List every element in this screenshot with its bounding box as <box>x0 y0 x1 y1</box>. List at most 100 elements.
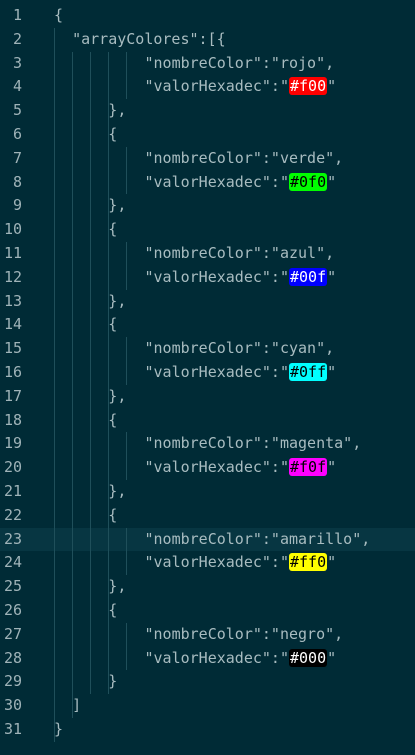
code-line[interactable]: 29} <box>0 670 415 694</box>
code-line[interactable]: 3 "nombreColor":"rojo", <box>0 52 415 76</box>
line-text: "nombreColor":"magenta", <box>145 432 362 456</box>
indent-guide <box>90 51 91 695</box>
line-text: "nombreColor":"cyan", <box>145 337 335 361</box>
json-key: "valorHexadec":" <box>144 267 290 286</box>
code-line[interactable]: 6{ <box>0 123 415 147</box>
code-text: }, <box>108 482 127 500</box>
code-line[interactable]: 5}, <box>0 99 415 123</box>
line-text: "valorHexadec":"#0f0" <box>145 171 336 195</box>
line-text: { <box>108 599 117 623</box>
code-text: } <box>108 672 118 691</box>
code-line[interactable]: 10 { <box>0 218 415 242</box>
code-line[interactable]: 21}, <box>0 480 415 504</box>
code-line[interactable]: 14 { <box>0 313 415 337</box>
code-line[interactable]: 23 "nombreColor":"amarillo", <box>0 527 415 552</box>
code-text: }, <box>108 386 127 405</box>
closing-quote: " <box>327 267 337 286</box>
json-key: "valorHexadec":" <box>144 363 290 381</box>
code-line[interactable]: 19 "nombreColor":"magenta", <box>0 432 415 456</box>
color-swatch[interactable]: #f00 <box>289 77 328 96</box>
line-number: 12 <box>3 267 22 286</box>
line-text: "valorHexadec":"#f00" <box>144 75 337 99</box>
code-text: "nombreColor":"cyan", <box>144 339 335 358</box>
line-text: { <box>108 504 117 528</box>
line-number: 28 <box>3 648 22 667</box>
line-text: { <box>108 123 117 147</box>
line-number: 27 <box>3 624 22 643</box>
line-number: 17 <box>3 386 22 405</box>
color-swatch[interactable]: #000 <box>289 648 328 667</box>
line-number: 2 <box>12 29 22 48</box>
line-text: "nombreColor":"verde", <box>145 147 344 171</box>
line-text: }, <box>108 99 126 123</box>
color-swatch[interactable]: #0ff <box>289 363 328 381</box>
code-line[interactable]: 25}, <box>0 575 415 599</box>
line-text: { <box>108 409 117 433</box>
closing-quote: " <box>327 77 337 96</box>
json-key: "valorHexadec":" <box>144 77 290 96</box>
indent-guide <box>54 27 55 742</box>
code-line[interactable]: 13}, <box>0 290 415 314</box>
line-text: "valorHexadec":"#ff0" <box>145 551 337 575</box>
code-line[interactable]: 22 { <box>0 504 415 528</box>
indent-guide <box>126 527 127 576</box>
code-line[interactable]: 16 "valorHexadec":"#0ff" <box>0 361 415 385</box>
code-line[interactable]: 30] <box>0 694 415 718</box>
indent-guide <box>126 51 127 100</box>
line-number: 8 <box>12 172 22 191</box>
line-number: 21 <box>3 482 22 500</box>
code-text: "nombreColor":"amarillo", <box>144 529 371 548</box>
code-line[interactable]: 18 { <box>0 409 415 433</box>
line-text: "nombreColor":"rojo", <box>145 52 335 76</box>
code-line[interactable]: 26 { <box>0 599 415 623</box>
line-number: 5 <box>12 101 22 120</box>
code-line[interactable]: 9}, <box>0 194 415 218</box>
color-swatch[interactable]: #0f0 <box>289 172 328 191</box>
code-editor[interactable]: 1{2 "arrayColores":[{ 3 "nombreColor":"rojo… <box>0 0 415 755</box>
line-text: "valorHexadec":"#00f" <box>144 266 337 290</box>
line-text: "valorHexadec":"#0ff" <box>144 361 337 385</box>
code-line[interactable]: 11 "nombreColor":"azul", <box>0 242 415 266</box>
line-number: 3 <box>12 53 22 72</box>
line-number: 25 <box>3 577 22 596</box>
line-number: 31 <box>3 720 22 738</box>
code-line[interactable]: 12 "valorHexadec":"#00f" <box>0 266 415 290</box>
line-number: 13 <box>3 291 22 310</box>
code-line[interactable]: 31} <box>0 718 415 742</box>
line-number: 6 <box>12 125 22 143</box>
color-swatch[interactable]: #ff0 <box>289 553 328 572</box>
code-text: "nombreColor":"rojo", <box>144 53 335 72</box>
code-text: { <box>108 125 118 143</box>
closing-quote: " <box>327 553 337 572</box>
json-key: "valorHexadec":" <box>144 648 290 667</box>
code-line[interactable]: 17}, <box>0 385 415 409</box>
indent-guide <box>126 432 127 480</box>
code-text: "nombreColor":"verde", <box>144 148 344 167</box>
json-key: "valorHexadec":" <box>144 458 290 477</box>
color-swatch[interactable]: #00f <box>289 267 328 286</box>
code-line[interactable]: 24 "valorHexadec":"#ff0" <box>0 551 415 575</box>
code-line[interactable]: 20 "valorHexadec":"#f0f" <box>0 456 415 480</box>
code-line[interactable]: 4 "valorHexadec":"#f00" <box>0 75 415 99</box>
code-line[interactable]: 15 "nombreColor":"cyan", <box>0 337 415 361</box>
code-line[interactable]: 27 "nombreColor":"negro", <box>0 623 415 647</box>
code-line[interactable]: 1{ <box>0 4 415 28</box>
line-number: 30 <box>3 696 22 715</box>
code-text: }, <box>108 291 127 310</box>
code-line[interactable]: 7 "nombreColor":"verde", <box>0 147 415 171</box>
code-line[interactable]: 28 "valorHexadec":"#000" <box>0 647 415 671</box>
line-number: 22 <box>3 505 22 524</box>
code-line[interactable]: 8 "valorHexadec":"#0f0" <box>0 171 415 195</box>
code-text: { <box>54 6 64 24</box>
line-number: 19 <box>3 434 22 453</box>
color-swatch[interactable]: #f0f <box>289 458 328 477</box>
line-text: }, <box>108 290 126 314</box>
line-number: 15 <box>3 339 22 358</box>
code-text: "nombreColor":"negro", <box>144 624 344 643</box>
closing-quote: " <box>327 363 337 381</box>
line-text: { <box>108 218 117 242</box>
line-text: "arrayColores":[{ <box>72 28 226 52</box>
code-line[interactable]: 2 "arrayColores":[{ <box>0 28 415 52</box>
line-number: 29 <box>3 672 22 691</box>
code-text: ] <box>72 696 82 715</box>
